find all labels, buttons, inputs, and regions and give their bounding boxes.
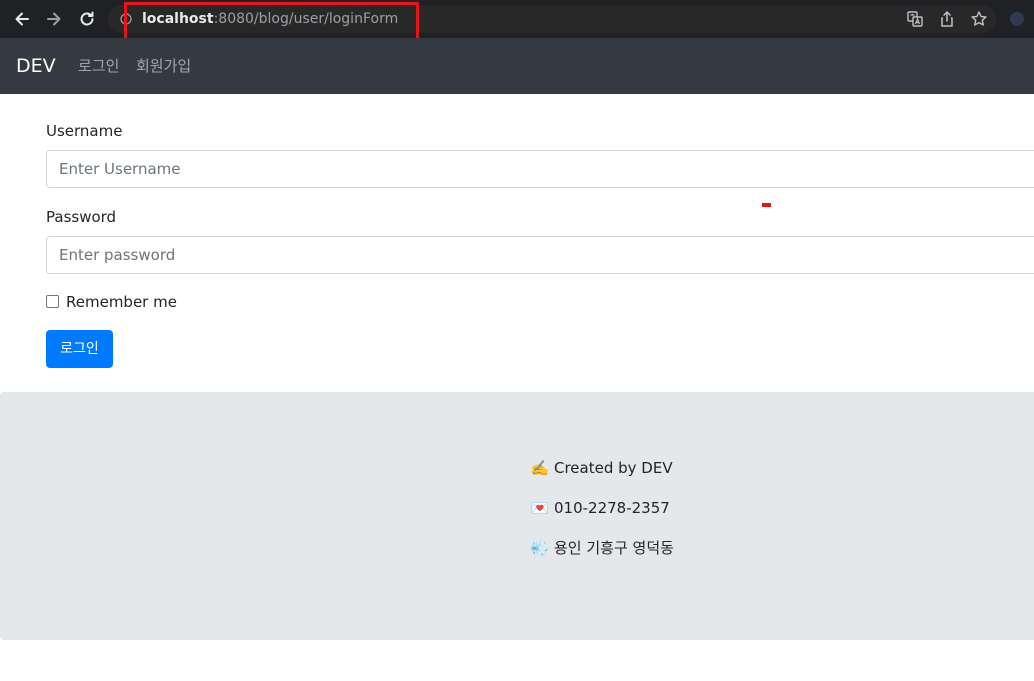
username-label: Username	[46, 122, 123, 140]
nav-link-signup[interactable]: 회원가입	[136, 57, 191, 75]
navbar-brand[interactable]: DEV	[16, 54, 56, 78]
footer-phone: 💌 010-2278-2357	[530, 498, 670, 518]
dash-icon: 💨	[530, 539, 550, 557]
reload-icon[interactable]	[77, 9, 97, 29]
translate-icon[interactable]	[906, 10, 924, 28]
footer-created-by-text: Created by DEV	[554, 459, 673, 477]
back-arrow-icon[interactable]	[12, 9, 32, 29]
share-icon[interactable]	[938, 10, 956, 28]
red-annotation-mark	[762, 203, 771, 207]
footer-created-by: ✍️ Created by DEV	[530, 458, 673, 478]
bookmark-star-icon[interactable]	[970, 10, 988, 28]
site-footer: ✍️ Created by DEV 💌 010-2278-2357 💨 용인 기흥구 …	[0, 392, 1034, 640]
footer-address: 💨 용인 기흥구 영덕동	[530, 538, 674, 558]
writing-hand-icon: ✍️	[530, 459, 550, 477]
remember-me-label[interactable]: Remember me	[66, 293, 177, 311]
footer-phone-text: 010-2278-2357	[554, 499, 670, 517]
forward-arrow-icon[interactable]	[44, 9, 64, 29]
footer-address-text: 용인 기흥구 영덕동	[554, 539, 674, 557]
nav-link-login[interactable]: 로그인	[78, 57, 119, 75]
password-input[interactable]	[46, 236, 1034, 274]
password-label: Password	[46, 208, 117, 226]
love-letter-icon: 💌	[530, 499, 550, 517]
login-button[interactable]: 로그인	[46, 330, 113, 368]
site-navbar: DEV 로그인 회원가입	[0, 38, 1034, 94]
extension-icon[interactable]	[1010, 12, 1024, 26]
remember-me-checkbox[interactable]	[46, 295, 59, 308]
username-input[interactable]	[46, 150, 1034, 188]
